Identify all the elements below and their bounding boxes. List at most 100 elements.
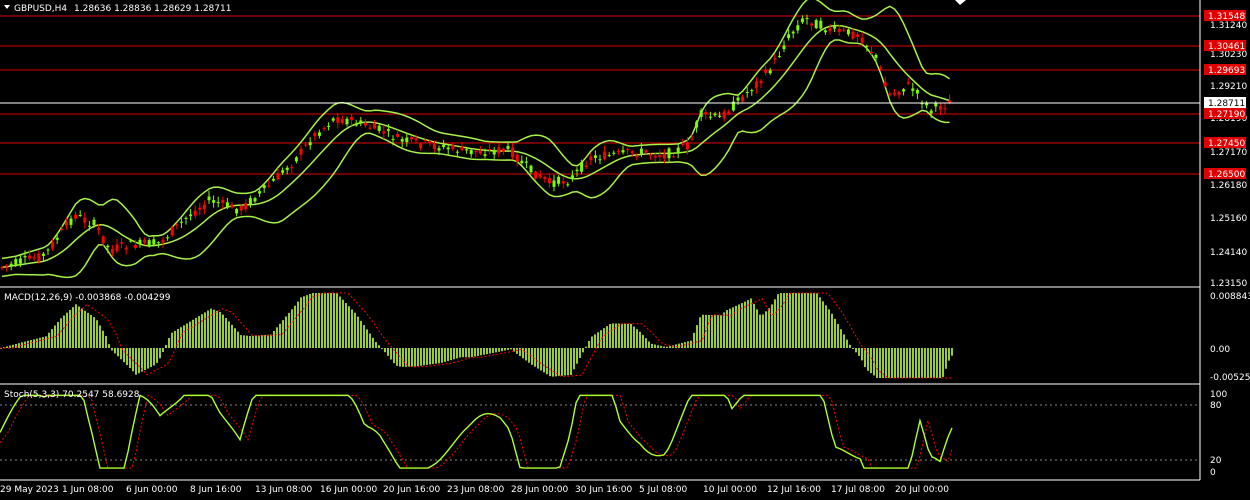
macd-bar — [357, 316, 359, 348]
macd-bar — [792, 293, 794, 348]
macd-pane[interactable]: MACD(12,26,9) -0.003868 -0.004299 0.0088… — [0, 292, 1250, 383]
macd-bar — [885, 348, 887, 378]
macd-bar — [699, 317, 701, 348]
macd-bar — [717, 315, 719, 348]
macd-bar — [540, 348, 542, 371]
macd-bar — [744, 301, 746, 348]
symbol-label: GBPUSD,H4 — [14, 4, 67, 14]
macd-bar — [534, 348, 536, 367]
current-price-tag: 1.28711 — [1204, 97, 1246, 109]
macd-bar — [126, 348, 128, 366]
time-label: 13 Jun 08:00 — [255, 485, 312, 495]
candle-body — [764, 69, 768, 73]
macd-bar — [891, 348, 893, 378]
candle-body — [777, 55, 781, 57]
candle-body — [842, 29, 846, 31]
macd-bar — [450, 348, 452, 361]
candle-body — [138, 239, 142, 245]
candle-body — [92, 219, 96, 226]
macd-bar — [774, 299, 776, 348]
candle-body — [198, 207, 202, 210]
macd-bar — [642, 334, 644, 348]
macd-bar — [72, 307, 74, 348]
candle-body — [575, 169, 579, 172]
candle-body — [722, 111, 726, 119]
candle-body — [179, 221, 183, 223]
macd-bar — [33, 339, 35, 348]
macd-bar — [759, 314, 761, 348]
macd-bar — [276, 327, 278, 348]
price-pane[interactable]: GBPUSD,H4 1.28636 1.28836 1.28629 1.2871… — [0, 0, 1200, 279]
macd-bar — [105, 336, 107, 348]
candle-body — [662, 153, 666, 159]
macd-bar — [831, 313, 833, 348]
macd-bar — [918, 348, 920, 378]
macd-bar — [120, 348, 122, 360]
macd-bar — [279, 323, 281, 348]
candle-body — [708, 116, 712, 118]
macd-bar — [585, 346, 587, 348]
macd-bar — [735, 305, 737, 348]
macd-bar — [69, 309, 71, 348]
trading-chart[interactable]: GBPUSD,H4 1.28636 1.28836 1.28629 1.2871… — [0, 0, 1250, 500]
macd-bar — [582, 348, 584, 353]
macd-bar — [948, 348, 950, 361]
candle-body — [943, 108, 947, 110]
time-label: 6 Jun 00:00 — [126, 485, 178, 495]
candle-body — [308, 142, 312, 146]
macd-bar — [780, 293, 782, 348]
macd-bar — [777, 294, 779, 348]
macd-bar — [810, 293, 812, 348]
macd-bar — [489, 348, 491, 354]
candle-body — [373, 123, 377, 129]
candle-body — [488, 149, 492, 151]
macd-bar — [324, 293, 326, 348]
candle-body — [911, 88, 915, 91]
macd-bar — [456, 348, 458, 359]
candle-body — [221, 199, 225, 203]
macd-bar — [327, 293, 329, 348]
macd-bar — [312, 293, 314, 348]
macd-bar — [819, 297, 821, 348]
candle-body — [888, 93, 892, 95]
bollinger-bands — [1, 0, 951, 279]
stochastic-pane[interactable]: Stoch(5,3,3) 70.2547 58.6928 100 80 20 0 — [0, 390, 1227, 478]
price-tick: 1.26180 — [1210, 181, 1247, 191]
candle-body — [828, 27, 832, 32]
macd-bar — [786, 293, 788, 348]
candle-body — [741, 96, 745, 102]
macd-bar — [264, 334, 266, 348]
macd-bar — [45, 336, 47, 348]
macd-bar — [441, 348, 443, 363]
macd-bar — [636, 329, 638, 348]
candle-body — [120, 242, 124, 244]
macd-bar — [714, 315, 716, 348]
macd-bar — [753, 303, 755, 348]
candle-body — [635, 155, 639, 157]
macd-bar — [471, 348, 473, 358]
macd-bar — [219, 311, 221, 348]
macd-bar — [837, 324, 839, 348]
macd-bar — [627, 323, 629, 348]
candle-body — [101, 236, 105, 244]
candle-body — [906, 82, 910, 84]
macd-bar — [288, 312, 290, 348]
candle-body — [405, 137, 409, 143]
candle-body — [902, 89, 906, 92]
svg-text:1.26500: 1.26500 — [1208, 170, 1245, 180]
time-label: 16 Jun 00:00 — [320, 485, 377, 495]
macd-bar — [60, 318, 62, 348]
macd-bar — [183, 325, 185, 348]
candle-body — [497, 147, 501, 154]
candle-body — [216, 202, 220, 204]
macd-bar — [690, 340, 692, 348]
macd-bar — [201, 314, 203, 348]
macd-bar — [162, 348, 164, 353]
macd-bar — [303, 296, 305, 348]
macd-bar — [510, 348, 512, 350]
candle-body — [538, 173, 542, 178]
candle-body — [667, 148, 671, 159]
macd-bar — [771, 304, 773, 348]
candle-body — [350, 116, 354, 120]
price-tick: 1.31240 — [1210, 21, 1247, 31]
